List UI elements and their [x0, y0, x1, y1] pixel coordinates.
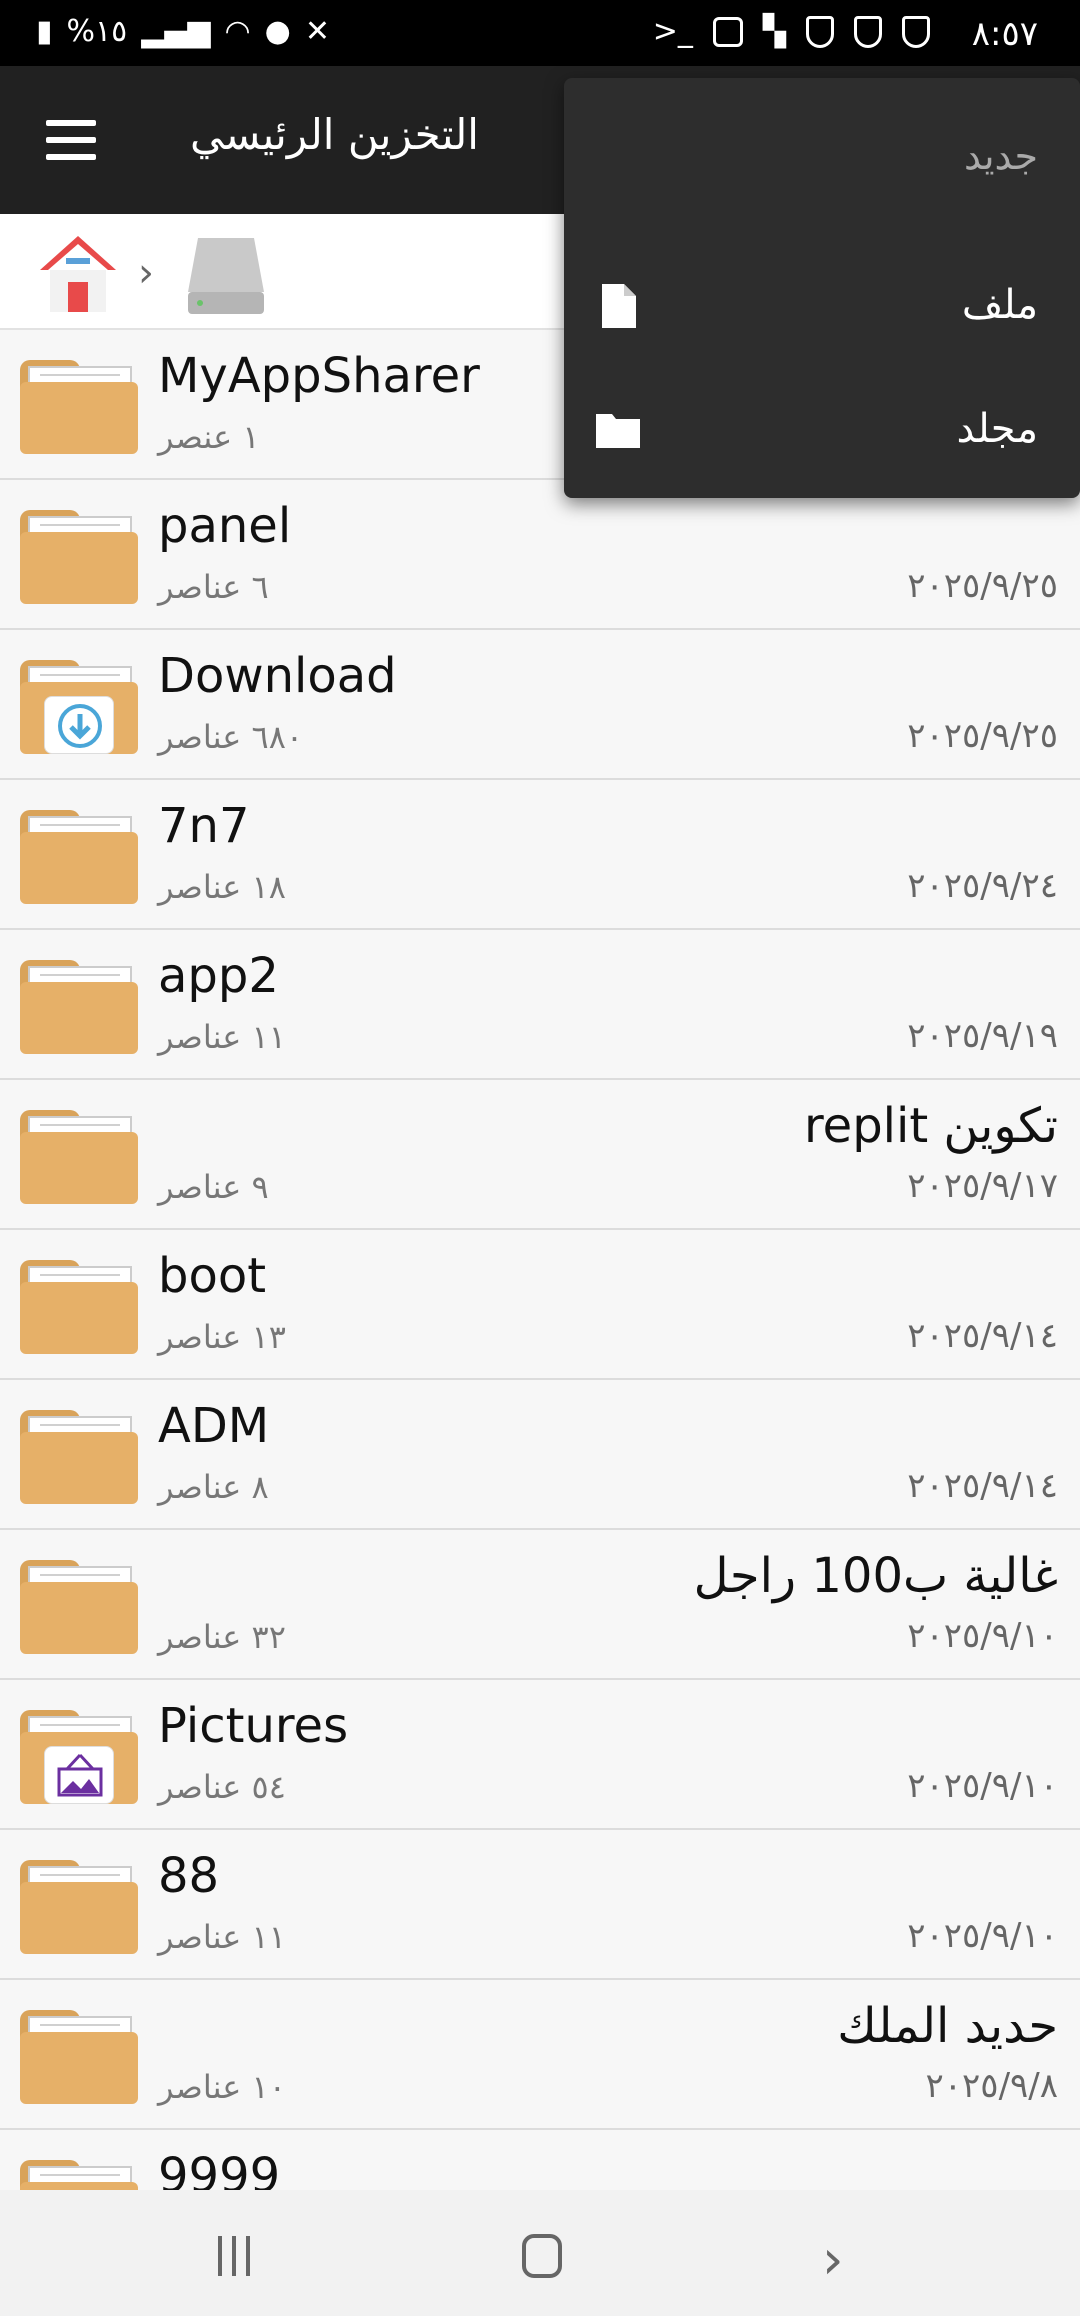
page-title: التخزين الرئيسي [190, 110, 479, 159]
item-count: ٩ عناصر [158, 1168, 269, 1206]
item-count: ٣٢ عناصر [158, 1618, 286, 1656]
status-time: ٨:٥٧ [971, 14, 1038, 54]
folder-icon [20, 802, 138, 906]
terminal-icon: >_ [652, 14, 693, 49]
item-count: ٨ عناصر [158, 1468, 269, 1506]
shield-icon [902, 15, 930, 48]
location-icon: ● [264, 14, 291, 49]
modified-date: ٢٠٢٥/٩/٢٥ [907, 566, 1058, 606]
menu-item-label: ملف [961, 282, 1038, 328]
file-name: غالية ب100 راجل [693, 1548, 1058, 1604]
folder-icon [596, 414, 640, 448]
folder-icon [20, 352, 138, 456]
system-nav-bar: › [0, 2190, 1080, 2316]
modified-date: ٢٠٢٥/٩/١٤ [907, 1466, 1058, 1506]
modified-date: ٢٠٢٥/٩/١٠ [907, 1766, 1058, 1806]
status-bar: ▮ %١٥ ▂▄▆ ◠ ● ✕ >_ ▚ ٨:٥٧ [0, 0, 1080, 66]
item-count: ١٣ عناصر [158, 1318, 286, 1356]
file-name: panel [158, 498, 292, 554]
modified-date: ٢٠٢٥/٩/٢٤ [907, 866, 1058, 906]
folder-icon [20, 1402, 138, 1506]
image-icon [712, 16, 743, 47]
file-list-item[interactable]: ADM ٨ عناصر ٢٠٢٥/٩/١٤ [0, 1380, 1080, 1530]
shield-icon [806, 15, 834, 48]
folder-icon [20, 2152, 138, 2190]
file-name: MyAppSharer [158, 348, 480, 404]
modified-date: ٢٠٢٥/٩/٨ [925, 2066, 1058, 2106]
new-item-popup-menu: جديد ملف مجلد [564, 78, 1080, 498]
modified-date: ٢٠٢٥/٩/١٤ [907, 1316, 1058, 1356]
home-button[interactable] [522, 2234, 562, 2278]
storage-drive-icon[interactable] [184, 230, 268, 318]
file-list-item[interactable]: app2 ١١ عناصر ٢٠٢٥/٩/١٩ [0, 930, 1080, 1080]
folder-icon [20, 652, 138, 756]
file-name: app2 [158, 948, 279, 1004]
file-name: Download [158, 648, 397, 704]
battery-icon: ▮ [36, 14, 53, 49]
file-list-item[interactable]: حديد الملك ١٠ عناصر ٢٠٢٥/٩/٨ [0, 1980, 1080, 2130]
folder-icon [20, 1552, 138, 1656]
file-name: تكوين replit [804, 1098, 1058, 1154]
file-name: ADM [158, 1398, 270, 1454]
menu-item-new-folder[interactable]: مجلد [564, 368, 1080, 488]
hamburger-menu-icon[interactable] [46, 120, 100, 160]
download-icon [44, 696, 114, 754]
item-count: ١١ عناصر [158, 1918, 286, 1956]
file-list-item[interactable]: boot ١٣ عناصر ٢٠٢٥/٩/١٤ [0, 1230, 1080, 1380]
item-count: ١٠ عناصر [158, 2068, 286, 2106]
picture-icon [44, 1746, 114, 1804]
home-icon[interactable] [36, 232, 120, 314]
menu-item-label: مجلد [956, 406, 1038, 452]
menu-item-new-file[interactable]: ملف [564, 244, 1080, 364]
file-list-item[interactable]: Pictures ٥٤ عناصر ٢٠٢٥/٩/١٠ [0, 1680, 1080, 1830]
recents-button[interactable] [218, 2236, 262, 2276]
file-name: 7n7 [158, 798, 250, 854]
status-icons-left: ▮ %١٥ ▂▄▆ ◠ ● ✕ [36, 14, 330, 49]
item-count: ١١ عناصر [158, 1018, 286, 1056]
file-list-item[interactable]: 7n7 ١٨ عناصر ٢٠٢٥/٩/٢٤ [0, 780, 1080, 930]
chevron-right-icon: › [138, 250, 154, 296]
file-icon [602, 284, 636, 328]
file-name: 9999 [158, 2148, 281, 2190]
folder-icon [20, 1702, 138, 1806]
item-count: ٦ عناصر [158, 568, 269, 606]
status-icons-right: >_ ▚ [653, 14, 930, 49]
modified-date: ٢٠٢٥/٩/١٩ [907, 1016, 1058, 1056]
popup-header: جديد [964, 134, 1038, 178]
folder-icon [20, 502, 138, 606]
item-count: ٥٤ عناصر [158, 1768, 286, 1806]
folder-icon [20, 952, 138, 1056]
modified-date: ٢٠٢٥/٩/١٧ [907, 1166, 1058, 1206]
folder-icon [20, 1102, 138, 1206]
item-count: ١٨ عناصر [158, 868, 286, 906]
file-name: Pictures [158, 1698, 349, 1754]
item-count: ٦٨٠ عناصر [158, 718, 304, 756]
file-list-item[interactable]: Download ٦٨٠ عناصر ٢٠٢٥/٩/٢٥ [0, 630, 1080, 780]
file-name: boot [158, 1248, 267, 1304]
file-list-item[interactable]: 88 ١١ عناصر ٢٠٢٥/٩/١٠ [0, 1830, 1080, 1980]
file-name: حديد الملك [837, 1998, 1058, 2054]
modified-date: ٢٠٢٥/٩/١٠ [907, 1616, 1058, 1656]
file-list-item[interactable]: 9999 [0, 2130, 1080, 2190]
wifi-icon: ◠ [224, 14, 251, 49]
folder-icon [20, 2002, 138, 2106]
modified-date: ٢٠٢٥/٩/١٠ [907, 1916, 1058, 1956]
item-count: ١ عنصر [158, 418, 260, 456]
shield-icon [854, 15, 882, 48]
folder-icon [20, 1852, 138, 1956]
folder-icon [20, 1252, 138, 1356]
mute-icon: ✕ [304, 14, 330, 49]
modified-date: ٢٠٢٥/٩/٢٥ [907, 716, 1058, 756]
file-list-item[interactable]: panel ٦ عناصر ٢٠٢٥/٩/٢٥ [0, 480, 1080, 630]
signal-icon: ▂▄▆ [141, 14, 211, 49]
back-button[interactable]: › [822, 2228, 844, 2291]
file-list-item[interactable]: غالية ب100 راجل ٣٢ عناصر ٢٠٢٥/٩/١٠ [0, 1530, 1080, 1680]
file-list: MyAppSharer ١ عنصر panel ٦ عناصر ٢٠٢٥/٩/٢٥ Do… [0, 330, 1080, 2190]
grid-icon: ▚ [762, 14, 786, 49]
file-name: 88 [158, 1848, 220, 1904]
file-list-item[interactable]: تكوين replit ٩ عناصر ٢٠٢٥/٩/١٧ [0, 1080, 1080, 1230]
battery-percent: %١٥ [66, 14, 128, 49]
